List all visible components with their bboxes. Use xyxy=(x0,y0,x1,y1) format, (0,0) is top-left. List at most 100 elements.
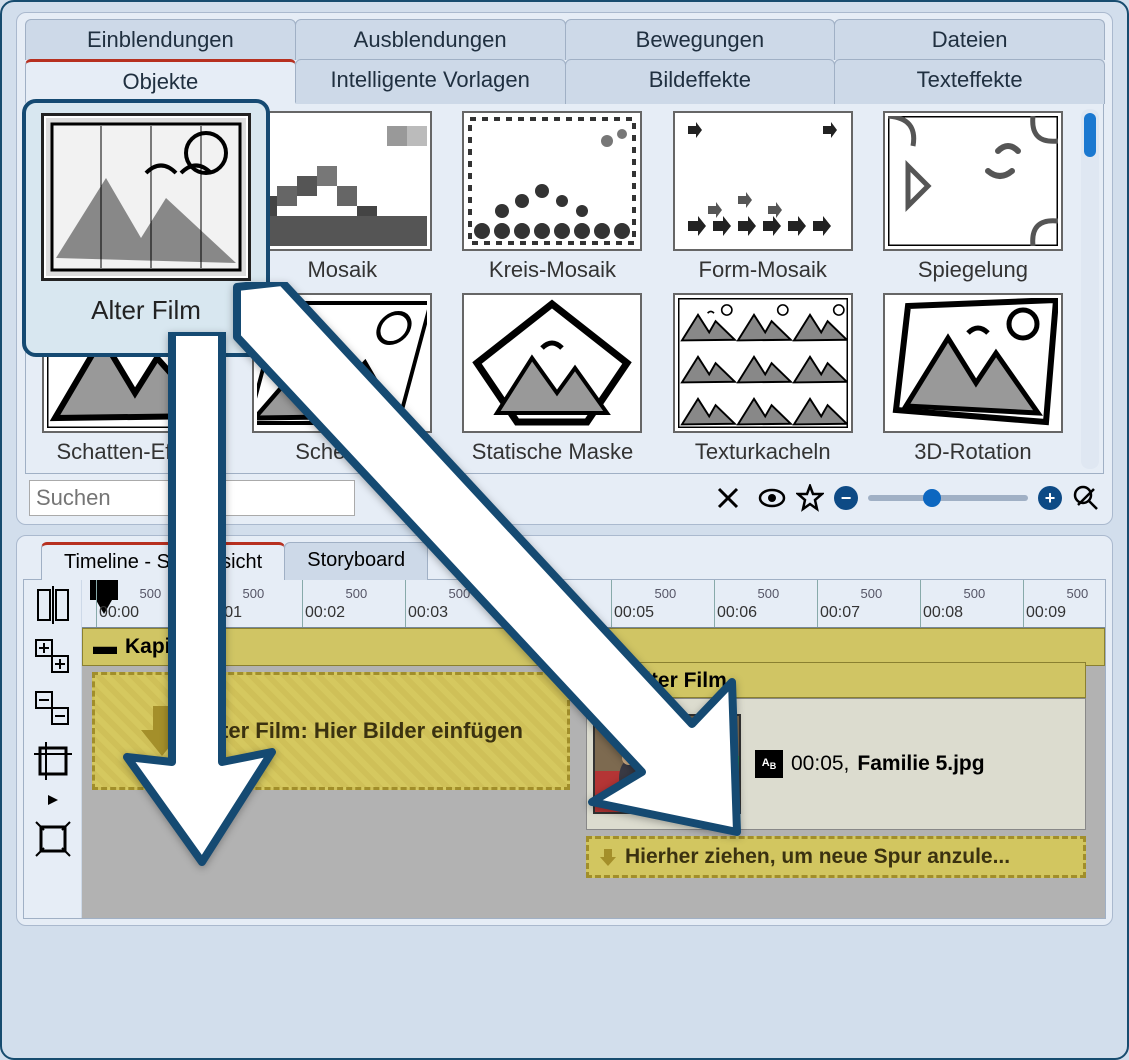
effects-panel: Einblendungen Ausblendungen Bewegungen D… xyxy=(16,12,1113,525)
tab-texteffekte[interactable]: Texteffekte xyxy=(834,59,1105,104)
effect-item-form-mosaik[interactable]: Form-Mosaik xyxy=(661,109,865,287)
zoom-reset-icon[interactable] xyxy=(1072,484,1100,512)
tab-storyboard[interactable]: Storyboard xyxy=(284,542,428,580)
drop-zone-text: Alter Film: Hier Bilder einfügen xyxy=(199,718,523,744)
effect-label: Spiegelung xyxy=(918,257,1028,283)
tab-timeline[interactable]: Timeline - Spuransicht xyxy=(41,542,285,580)
effect-label: Form-Mosaik xyxy=(699,257,827,283)
effect-thumb-scherung xyxy=(252,293,432,433)
zoom-out-button[interactable]: − xyxy=(834,486,858,510)
play-small-icon[interactable] xyxy=(32,792,74,808)
ruler-subtick-label: 500 xyxy=(861,586,883,601)
tab-objekte[interactable]: Objekte xyxy=(25,59,296,104)
effect-item-spiegelung[interactable]: Spiegelung xyxy=(871,109,1075,287)
chapter-header[interactable]: ▬ Kapitel xyxy=(82,628,1105,666)
effect-label: Texturkacheln xyxy=(695,439,831,465)
clear-search-icon[interactable] xyxy=(714,484,742,512)
effect-item-kreis-mosaik[interactable]: Kreis-Mosaik xyxy=(450,109,654,287)
ruler-tick: 00:06 xyxy=(714,580,715,627)
ruler-tick: 00:07 xyxy=(817,580,818,627)
effect-label: Scherung xyxy=(295,439,389,465)
clip-time: 00:05, xyxy=(791,752,849,776)
ruler-subtick-label: 500 xyxy=(243,586,265,601)
effect-label: Kreis-Mosaik xyxy=(489,257,616,283)
effects-grid: Alter Film x Mosaik xyxy=(30,109,1075,469)
tab-bewegungen[interactable]: Bewegungen xyxy=(565,19,836,60)
timeline-tabs: Timeline - Spuransicht Storyboard xyxy=(23,542,1106,580)
playhead-icon[interactable] xyxy=(90,580,118,600)
small-arrow-down-icon xyxy=(599,847,617,867)
ruler-tick: 00:04 xyxy=(508,580,509,627)
search-row: − + xyxy=(25,476,1104,516)
ruler-subtick-label: 500 xyxy=(552,586,574,601)
effects-scrollbar[interactable] xyxy=(1081,109,1099,469)
effect-thumb-spiegelung xyxy=(883,111,1063,251)
crop-tool-icon[interactable] xyxy=(32,740,74,782)
ruler-subtick-label: 500 xyxy=(140,586,162,601)
effect-highlight[interactable]: Alter Film xyxy=(22,99,270,357)
effect-item-texturkacheln[interactable]: Texturkacheln xyxy=(661,291,865,469)
clip-info: AB 00:05, Familie 5.jpg xyxy=(755,750,985,778)
clip-group[interactable]: ▬ Alter Film xyxy=(586,662,1086,878)
zoom-slider[interactable] xyxy=(868,495,1028,501)
timeline-tools xyxy=(24,580,82,918)
tab-bildeffekte[interactable]: Bildeffekte xyxy=(565,59,836,104)
clip-title: Alter Film xyxy=(630,669,727,692)
remove-tool-icon[interactable] xyxy=(32,688,74,730)
effect-label-alter-film: Alter Film xyxy=(91,295,201,326)
ruler-tick: 00:05 xyxy=(611,580,612,627)
ab-icon: AB xyxy=(755,750,783,778)
effect-thumb-form-mosaik xyxy=(673,111,853,251)
effect-item-statische-maske[interactable]: Statische Maske xyxy=(450,291,654,469)
tab-intelligente-vorlagen[interactable]: Intelligente Vorlagen xyxy=(295,59,566,104)
effects-area: Alter Film x Mosaik xyxy=(25,103,1104,474)
ruler-subtick-label: 500 xyxy=(655,586,677,601)
timeline-body: 00:00 500 00:01 500 00:02 500 00:03 500 00:04 500… xyxy=(23,579,1106,919)
effect-label: Schatten-Effe... xyxy=(56,439,207,465)
effect-thumb-3d-rotation xyxy=(883,293,1063,433)
timeline-ruler[interactable]: 00:00 500 00:01 500 00:02 500 00:03 500 00:04 500… xyxy=(82,580,1105,628)
ruler-subtick-label: 500 xyxy=(758,586,780,601)
tab-dateien[interactable]: Dateien xyxy=(834,19,1105,60)
effect-label: Statische Maske xyxy=(472,439,633,465)
effect-thumb-texturkacheln xyxy=(673,293,853,433)
timeline-panel: Timeline - Spuransicht Storyboard xyxy=(16,535,1113,926)
upper-tabs-row2: Objekte Intelligente Vorlagen Bildeffekt… xyxy=(25,59,1104,104)
ruler-subtick-label: 500 xyxy=(346,586,368,601)
effect-label: 3D-Rotation xyxy=(914,439,1031,465)
effect-item-3d-rotation[interactable]: 3D-Rotation xyxy=(871,291,1075,469)
timeline-tracks[interactable]: ▬ Kapitel Alter Film: Hier Bilder einfüg… xyxy=(82,628,1105,918)
tab-ausblendungen[interactable]: Ausblendungen xyxy=(295,19,566,60)
clip-header[interactable]: ▬ Alter Film xyxy=(586,662,1086,698)
effect-thumb-kreis-mosaik xyxy=(462,111,642,251)
ruler-subtick-label: 500 xyxy=(964,586,986,601)
ruler-tick: 00:02 xyxy=(302,580,303,627)
ruler-tick: 00:00 xyxy=(96,580,97,627)
ruler-subtick-label: 500 xyxy=(449,586,471,601)
chapter-title: Kapitel xyxy=(125,635,195,659)
zoom-slider-thumb[interactable] xyxy=(923,489,941,507)
ruler-tick: 00:01 xyxy=(199,580,200,627)
split-tool-icon[interactable] xyxy=(32,584,74,626)
zoom-in-button[interactable]: + xyxy=(1038,486,1062,510)
ruler-tick: 00:08 xyxy=(920,580,921,627)
clip-body[interactable]: AB 00:05, Familie 5.jpg xyxy=(586,698,1086,830)
effect-item-scherung[interactable]: Scherung xyxy=(240,291,444,469)
drop-zone[interactable]: Alter Film: Hier Bilder einfügen xyxy=(92,672,570,790)
ruler-tick: 00:09 xyxy=(1023,580,1024,627)
effect-item-mosaik[interactable]: Mosaik xyxy=(240,109,444,287)
star-icon[interactable] xyxy=(796,484,824,512)
effect-thumb-mosaik xyxy=(252,111,432,251)
arrow-down-icon xyxy=(139,704,185,758)
ruler-subtick-label: 500 xyxy=(1067,586,1089,601)
ruler-tick: 00:03 xyxy=(405,580,406,627)
add-tool-icon[interactable] xyxy=(32,636,74,678)
search-input[interactable] xyxy=(29,480,355,516)
timeline-main: 00:00 500 00:01 500 00:02 500 00:03 500 00:04 500… xyxy=(82,580,1105,918)
scrollbar-thumb[interactable] xyxy=(1084,113,1096,157)
eye-icon[interactable] xyxy=(758,484,786,512)
fit-tool-icon[interactable] xyxy=(32,818,74,860)
new-track-hint[interactable]: Hierher ziehen, um neue Spur anzule... xyxy=(586,836,1086,878)
tab-einblendungen[interactable]: Einblendungen xyxy=(25,19,296,60)
effect-thumb-statische-maske xyxy=(462,293,642,433)
